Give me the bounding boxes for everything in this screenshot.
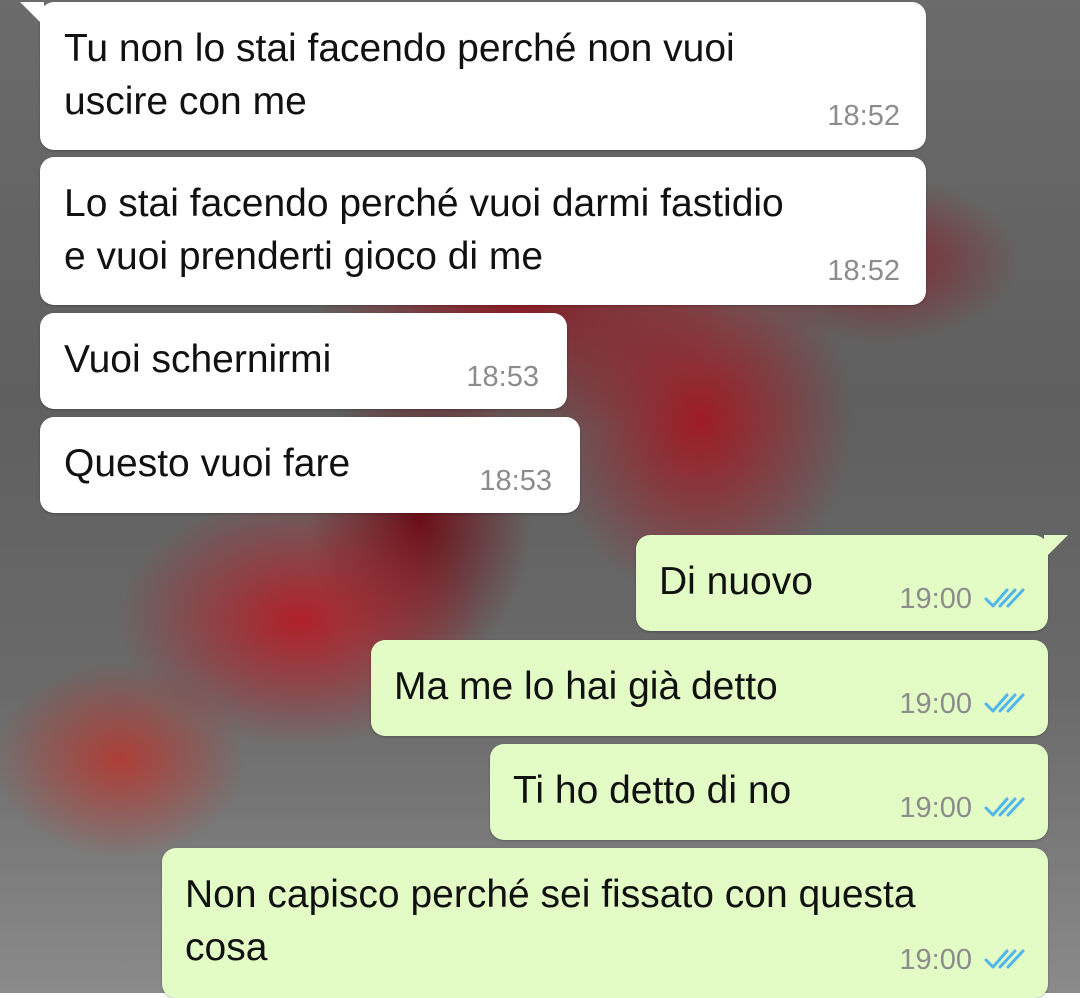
bubble-tail: [20, 2, 44, 26]
message-text: Vuoi schernirmi: [64, 338, 332, 381]
double-check-icon: [984, 797, 1025, 817]
double-check-icon: [984, 588, 1025, 608]
double-check-icon: [984, 693, 1025, 713]
bubble-tail: [1044, 535, 1068, 559]
message-text: Di nuovo: [659, 560, 813, 603]
message-time: 19:00: [899, 944, 972, 976]
message-time: 19:00: [899, 583, 972, 615]
message-text: Questo vuoi fare: [64, 442, 351, 485]
message-bubble-outgoing[interactable]: Ti ho detto di no 19:00: [490, 744, 1048, 840]
message-time: 18:52: [827, 255, 900, 287]
message-bubble-incoming[interactable]: Vuoi schernirmi 18:53: [40, 313, 567, 409]
message-bubble-outgoing[interactable]: Ma me lo hai già detto 19:00: [371, 640, 1048, 736]
message-text: Ti ho detto di no: [513, 769, 792, 812]
message-text: Tu non lo stai facendo perché non vuoi u…: [64, 27, 735, 123]
message-bubble-incoming[interactable]: Lo stai facendo perché vuoi darmi fastid…: [40, 157, 926, 305]
message-bubble-incoming[interactable]: Questo vuoi fare 18:53: [40, 417, 580, 513]
message-time: 18:52: [827, 100, 900, 132]
message-bubble-outgoing[interactable]: Di nuovo 19:00: [636, 535, 1068, 631]
message-bubble-incoming[interactable]: Tu non lo stai facendo perché non vuoi u…: [20, 2, 926, 150]
message-text: Non capisco perché sei fissato con quest…: [185, 873, 916, 969]
message-text: Lo stai facendo perché vuoi darmi fastid…: [64, 182, 784, 278]
message-time: 19:00: [899, 688, 972, 720]
message-text: Ma me lo hai già detto: [394, 665, 778, 708]
message-time: 19:00: [899, 792, 972, 824]
message-time: 18:53: [466, 361, 539, 393]
double-check-icon: [984, 949, 1025, 969]
message-bubble-outgoing[interactable]: Non capisco perché sei fissato con quest…: [162, 848, 1048, 998]
message-time: 18:53: [479, 465, 552, 497]
